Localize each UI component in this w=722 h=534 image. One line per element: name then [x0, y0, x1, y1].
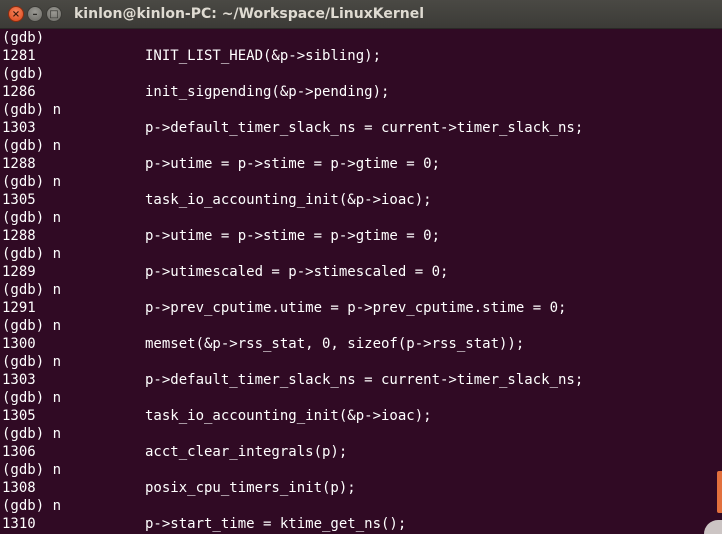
line-number: 1306	[2, 444, 36, 460]
line-number: 1305	[2, 192, 36, 208]
line-number: 1288	[2, 156, 36, 172]
source-code: p->default_timer_slack_ns = current->tim…	[145, 372, 584, 388]
source-code: p->prev_cputime.utime = p->prev_cputime.…	[145, 300, 567, 316]
gdb-prompt-line: (gdb) n	[0, 389, 722, 407]
source-code: p->utimescaled = p->stimescaled = 0;	[145, 264, 449, 280]
gdb-prompt-line: (gdb) n	[0, 425, 722, 443]
gdb-prompt-line: (gdb) n	[0, 245, 722, 263]
source-code: acct_clear_integrals(p);	[145, 444, 348, 460]
gdb-prompt-line: (gdb)	[0, 29, 722, 47]
line-number: 1288	[2, 228, 36, 244]
source-code: p->default_timer_slack_ns = current->tim…	[145, 120, 584, 136]
line-number: 1281	[2, 48, 36, 64]
source-code: init_sigpending(&p->pending);	[145, 84, 390, 100]
gdb-prompt-line: (gdb) n	[0, 353, 722, 371]
source-code: task_io_accounting_init(&p->ioac);	[145, 192, 432, 208]
terminal-output[interactable]: (gdb) 1281 INIT_LIST_HEAD(&p->sibling); (gd…	[0, 29, 722, 534]
line-number: 1303	[2, 372, 36, 388]
source-code: p->start_time = ktime_get_ns();	[145, 516, 407, 532]
line-number: 1300	[2, 336, 36, 352]
gdb-prompt: (gdb) n	[2, 138, 62, 154]
minimize-button[interactable]: –	[27, 6, 43, 22]
gdb-prompt: (gdb) n	[2, 210, 62, 226]
gdb-prompt: (gdb) n	[2, 282, 62, 298]
gdb-prompt: (gdb) n	[2, 102, 62, 118]
scrollbar-handle[interactable]	[717, 471, 722, 513]
window-title: kinlon@kinlon-PC: ~/Workspace/LinuxKerne…	[74, 6, 425, 22]
source-line: 1308 posix_cpu_timers_init(p);	[0, 479, 722, 497]
source-line: 1288 p->utime = p->stime = p->gtime = 0;	[0, 155, 722, 173]
gdb-prompt: (gdb) n	[2, 174, 62, 190]
line-number: 1308	[2, 480, 36, 496]
source-code: p->utime = p->stime = p->gtime = 0;	[145, 228, 441, 244]
source-code: posix_cpu_timers_init(p);	[145, 480, 356, 496]
gdb-prompt: (gdb) n	[2, 246, 62, 262]
gdb-prompt: (gdb) n	[2, 354, 62, 370]
source-line: 1303 p->default_timer_slack_ns = current-…	[0, 371, 722, 389]
line-number: 1286	[2, 84, 36, 100]
source-line: 1288 p->utime = p->stime = p->gtime = 0;	[0, 227, 722, 245]
close-icon: ×	[11, 9, 21, 20]
gdb-prompt: (gdb) n	[2, 390, 62, 406]
gdb-prompt-line: (gdb) n	[0, 281, 722, 299]
gdb-prompt: (gdb) n	[2, 318, 62, 334]
line-number: 1289	[2, 264, 36, 280]
source-line: 1300 memset(&p->rss_stat, 0, sizeof(p->rs…	[0, 335, 722, 353]
gdb-prompt-line: (gdb) n	[0, 317, 722, 335]
gdb-prompt-line: (gdb) n	[0, 173, 722, 191]
source-code: task_io_accounting_init(&p->ioac);	[145, 408, 432, 424]
close-button[interactable]: ×	[8, 6, 24, 22]
source-line: 1281 INIT_LIST_HEAD(&p->sibling);	[0, 47, 722, 65]
terminal-window: × – □ kinlon@kinlon-PC: ~/Workspace/Linu…	[0, 0, 722, 534]
title-bar[interactable]: × – □ kinlon@kinlon-PC: ~/Workspace/Linu…	[0, 0, 722, 29]
source-line: 1286 init_sigpending(&p->pending);	[0, 83, 722, 101]
gdb-prompt-line: (gdb)	[0, 65, 722, 83]
source-line: 1291 p->prev_cputime.utime = p->prev_cput…	[0, 299, 722, 317]
source-line: 1305 task_io_accounting_init(&p->ioac);	[0, 407, 722, 425]
gdb-prompt: (gdb) n	[2, 426, 62, 442]
source-code: INIT_LIST_HEAD(&p->sibling);	[145, 48, 382, 64]
minimize-icon: –	[32, 9, 38, 20]
gdb-prompt-line: (gdb) n	[0, 137, 722, 155]
maximize-button[interactable]: □	[46, 6, 62, 22]
gdb-prompt: (gdb)	[2, 30, 45, 46]
gdb-prompt: (gdb) n	[2, 498, 62, 514]
maximize-icon: □	[49, 9, 59, 20]
line-number: 1291	[2, 300, 36, 316]
source-line: 1303 p->default_timer_slack_ns = current-…	[0, 119, 722, 137]
source-code: memset(&p->rss_stat, 0, sizeof(p->rss_st…	[145, 336, 525, 352]
source-line: 1289 p->utimescaled = p->stimescaled = 0;	[0, 263, 722, 281]
line-number: 1303	[2, 120, 36, 136]
gdb-prompt-line: (gdb) n	[0, 101, 722, 119]
source-line: 1306 acct_clear_integrals(p);	[0, 443, 722, 461]
source-code: p->utime = p->stime = p->gtime = 0;	[145, 156, 441, 172]
line-number: 1305	[2, 408, 36, 424]
gdb-prompt: (gdb)	[2, 66, 45, 82]
gdb-prompt-line: (gdb) n	[0, 497, 722, 515]
source-line: 1305 task_io_accounting_init(&p->ioac);	[0, 191, 722, 209]
gdb-prompt-line: (gdb) n	[0, 461, 722, 479]
source-line: 1310 p->start_time = ktime_get_ns();	[0, 515, 722, 533]
gdb-prompt: (gdb) n	[2, 462, 62, 478]
gdb-prompt-line: (gdb) n	[0, 209, 722, 227]
line-number: 1310	[2, 516, 36, 532]
